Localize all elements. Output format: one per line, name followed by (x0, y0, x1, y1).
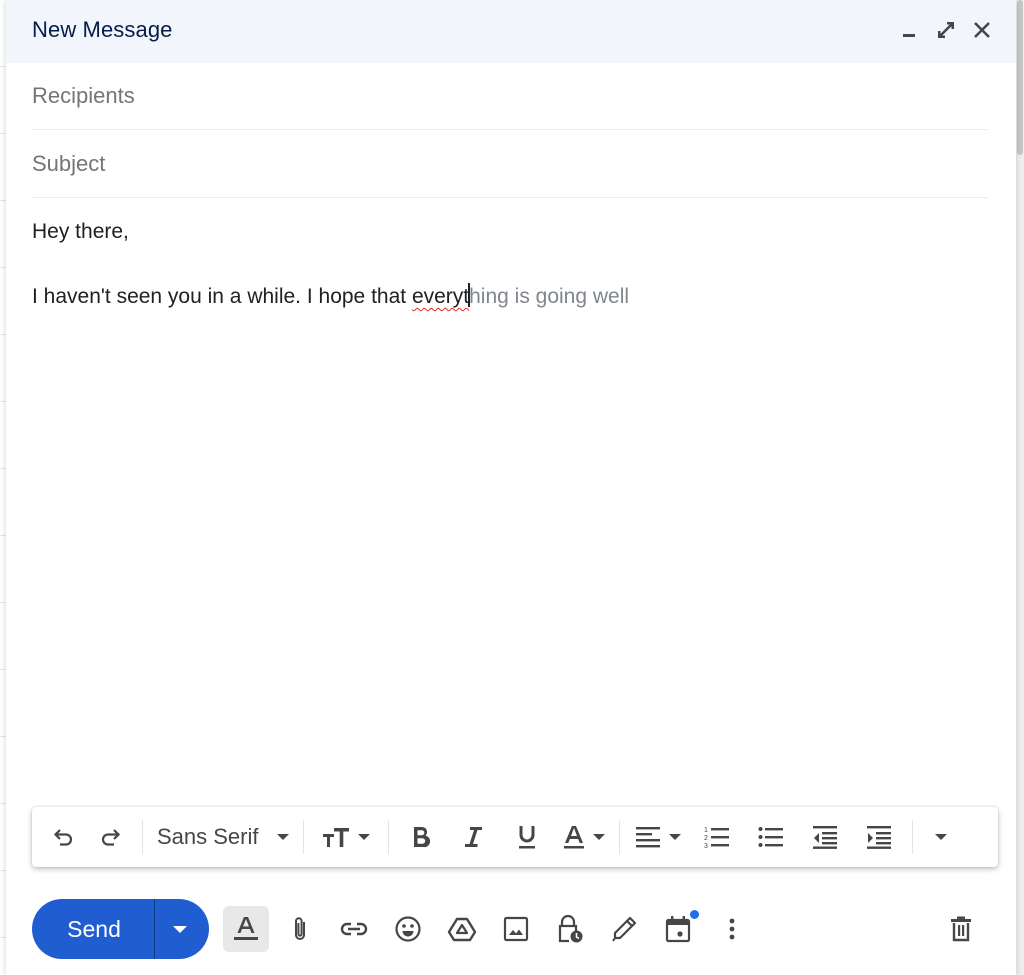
lock-clock-icon (558, 914, 583, 943)
google-drive-icon (447, 917, 477, 942)
link-icon (340, 922, 368, 936)
text-format-icon (234, 917, 258, 940)
formatting-toolbar: Sans Serif 123 (32, 807, 998, 867)
text-color-icon (563, 826, 584, 849)
align-left-icon (635, 827, 660, 848)
chevron-down-icon (276, 834, 289, 840)
toolbar-divider (911, 820, 913, 854)
insert-emoji-button[interactable] (385, 906, 431, 952)
full-screen-button[interactable] (934, 18, 958, 42)
smart-compose-suggestion: hing is going well (469, 285, 630, 308)
minimize-icon (903, 34, 915, 37)
expand-icon (938, 22, 954, 38)
svg-text:3: 3 (704, 843, 708, 849)
numbered-list-button[interactable]: 123 (690, 817, 744, 857)
insert-photo-button[interactable] (493, 906, 539, 952)
undo-button[interactable] (44, 817, 84, 857)
page-scrollbar[interactable] (1015, 0, 1024, 975)
insert-drive-files-button[interactable] (439, 906, 485, 952)
chevron-down-icon (934, 834, 947, 840)
paperclip-icon (295, 917, 305, 940)
undo-icon (53, 829, 73, 846)
discard-draft-button[interactable] (938, 906, 984, 952)
chevron-down-icon (592, 834, 605, 840)
more-vert-icon (729, 918, 735, 940)
compose-bottom-bar: Send (32, 898, 998, 960)
body-greeting: Hey there, (32, 220, 129, 243)
trash-icon (951, 916, 971, 942)
italic-icon (464, 827, 482, 847)
subject-input[interactable] (32, 131, 988, 197)
minimize-button[interactable] (898, 18, 922, 42)
toolbar-divider (302, 820, 304, 854)
insert-link-button[interactable] (331, 906, 377, 952)
new-feature-badge (690, 910, 699, 919)
chevron-down-icon (173, 925, 187, 933)
calendar-icon (665, 916, 691, 943)
scrollbar-thumb[interactable] (1017, 0, 1023, 155)
toolbar-divider (142, 820, 143, 854)
recipients-field[interactable] (32, 63, 988, 130)
set-up-time-to-meet-button[interactable] (655, 906, 701, 952)
insert-signature-button[interactable] (601, 906, 647, 952)
recipients-input[interactable] (32, 63, 988, 129)
toolbar-divider (387, 820, 389, 854)
attach-files-button[interactable] (277, 906, 323, 952)
misspelled-word[interactable]: everyt (412, 285, 469, 308)
redo-button[interactable] (84, 817, 136, 857)
indent-more-icon (866, 826, 891, 849)
font-select[interactable]: Sans Serif (149, 817, 297, 857)
toolbar-divider (618, 820, 620, 854)
svg-text:2: 2 (704, 835, 708, 842)
italic-button[interactable] (447, 817, 499, 857)
subject-field[interactable] (32, 131, 988, 198)
numbered-list-icon: 123 (704, 827, 729, 849)
confidential-mode-button[interactable] (547, 906, 593, 952)
pen-icon (612, 916, 637, 942)
indent-more-button[interactable] (852, 817, 906, 857)
more-send-options-button[interactable] (155, 899, 209, 959)
typed-text: I haven't seen you in a while. I hope th… (32, 285, 412, 308)
text-color-button[interactable] (555, 817, 613, 857)
close-icon (974, 22, 990, 38)
indent-less-button[interactable] (798, 817, 852, 857)
bulleted-list-button[interactable] (744, 817, 798, 857)
indent-less-icon (812, 826, 837, 849)
bold-icon (413, 826, 430, 848)
close-button[interactable] (970, 18, 994, 42)
send-button-group: Send (32, 899, 209, 959)
chevron-down-icon (668, 834, 681, 840)
redo-icon (101, 829, 121, 846)
compose-title: New Message (32, 17, 173, 42)
more-options-button[interactable] (709, 906, 755, 952)
emoji-icon (395, 916, 421, 942)
font-size-button[interactable] (310, 817, 382, 857)
font-select-value: Sans Serif (157, 824, 259, 849)
compose-window: New Message Hey there, I haven't seen yo… (6, 0, 1016, 975)
compose-header: New Message (6, 0, 1016, 63)
more-formatting-button[interactable] (919, 817, 963, 857)
text-size-icon (322, 828, 349, 847)
bold-button[interactable] (395, 817, 447, 857)
chevron-down-icon (357, 834, 370, 840)
underline-icon (518, 826, 535, 849)
align-button[interactable] (626, 817, 690, 857)
svg-text:1: 1 (704, 827, 708, 834)
body-line: I haven't seen you in a while. I hope th… (32, 280, 988, 313)
underline-button[interactable] (499, 817, 555, 857)
image-icon (503, 916, 529, 942)
formatting-options-button[interactable] (223, 906, 269, 952)
send-button[interactable]: Send (32, 899, 154, 959)
message-body[interactable]: Hey there, I haven't seen you in a while… (32, 215, 988, 345)
bulleted-list-icon (758, 827, 783, 847)
